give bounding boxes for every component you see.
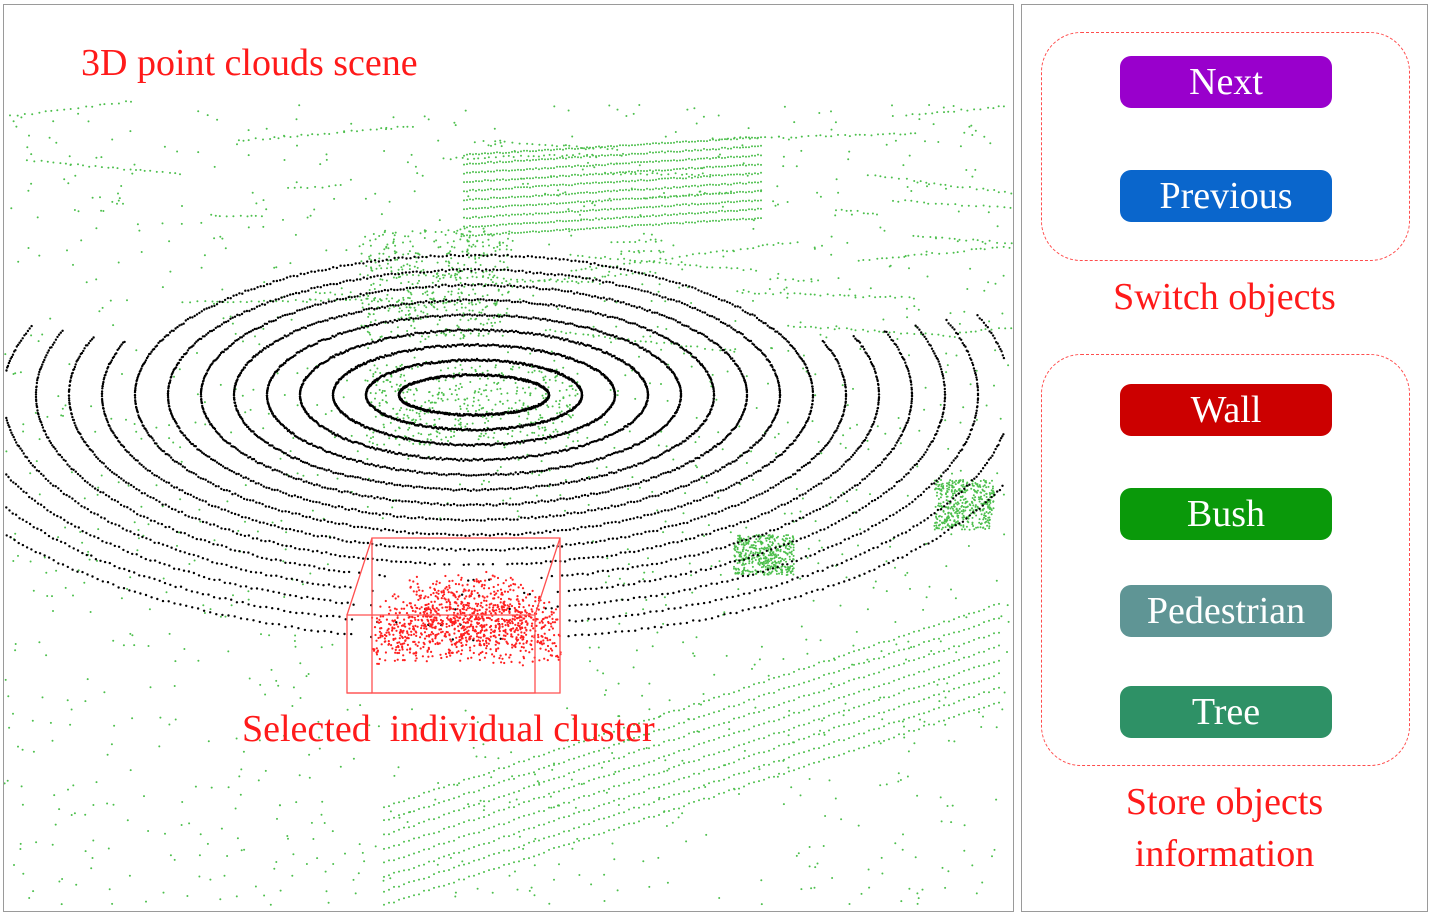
wall-button[interactable]: Wall — [1120, 384, 1332, 436]
pedestrian-button[interactable]: Pedestrian — [1120, 585, 1332, 637]
selected-cluster-bounding-box[interactable] — [346, 537, 561, 694]
point-cloud-viewport[interactable]: 3D point clouds scene Selected individua… — [3, 4, 1014, 912]
vegetation-points — [4, 100, 1013, 906]
next-button[interactable]: Next — [1120, 56, 1332, 108]
selected-cluster-points — [371, 570, 562, 667]
store-objects-label-line2: information — [1134, 833, 1315, 875]
control-panel: Next Previous Switch objects Wall Bush P… — [1021, 4, 1428, 912]
selected-cluster-caption: Selected individual cluster — [242, 708, 655, 750]
scene-title: 3D point clouds scene — [81, 42, 418, 84]
tree-button[interactable]: Tree — [1120, 686, 1332, 738]
bush-button[interactable]: Bush — [1120, 488, 1332, 540]
switch-objects-label: Switch objects — [1113, 276, 1336, 318]
store-objects-label-line1: Store objects — [1125, 781, 1324, 823]
previous-button[interactable]: Previous — [1120, 170, 1332, 222]
point-cloud-canvas[interactable] — [4, 5, 1013, 911]
